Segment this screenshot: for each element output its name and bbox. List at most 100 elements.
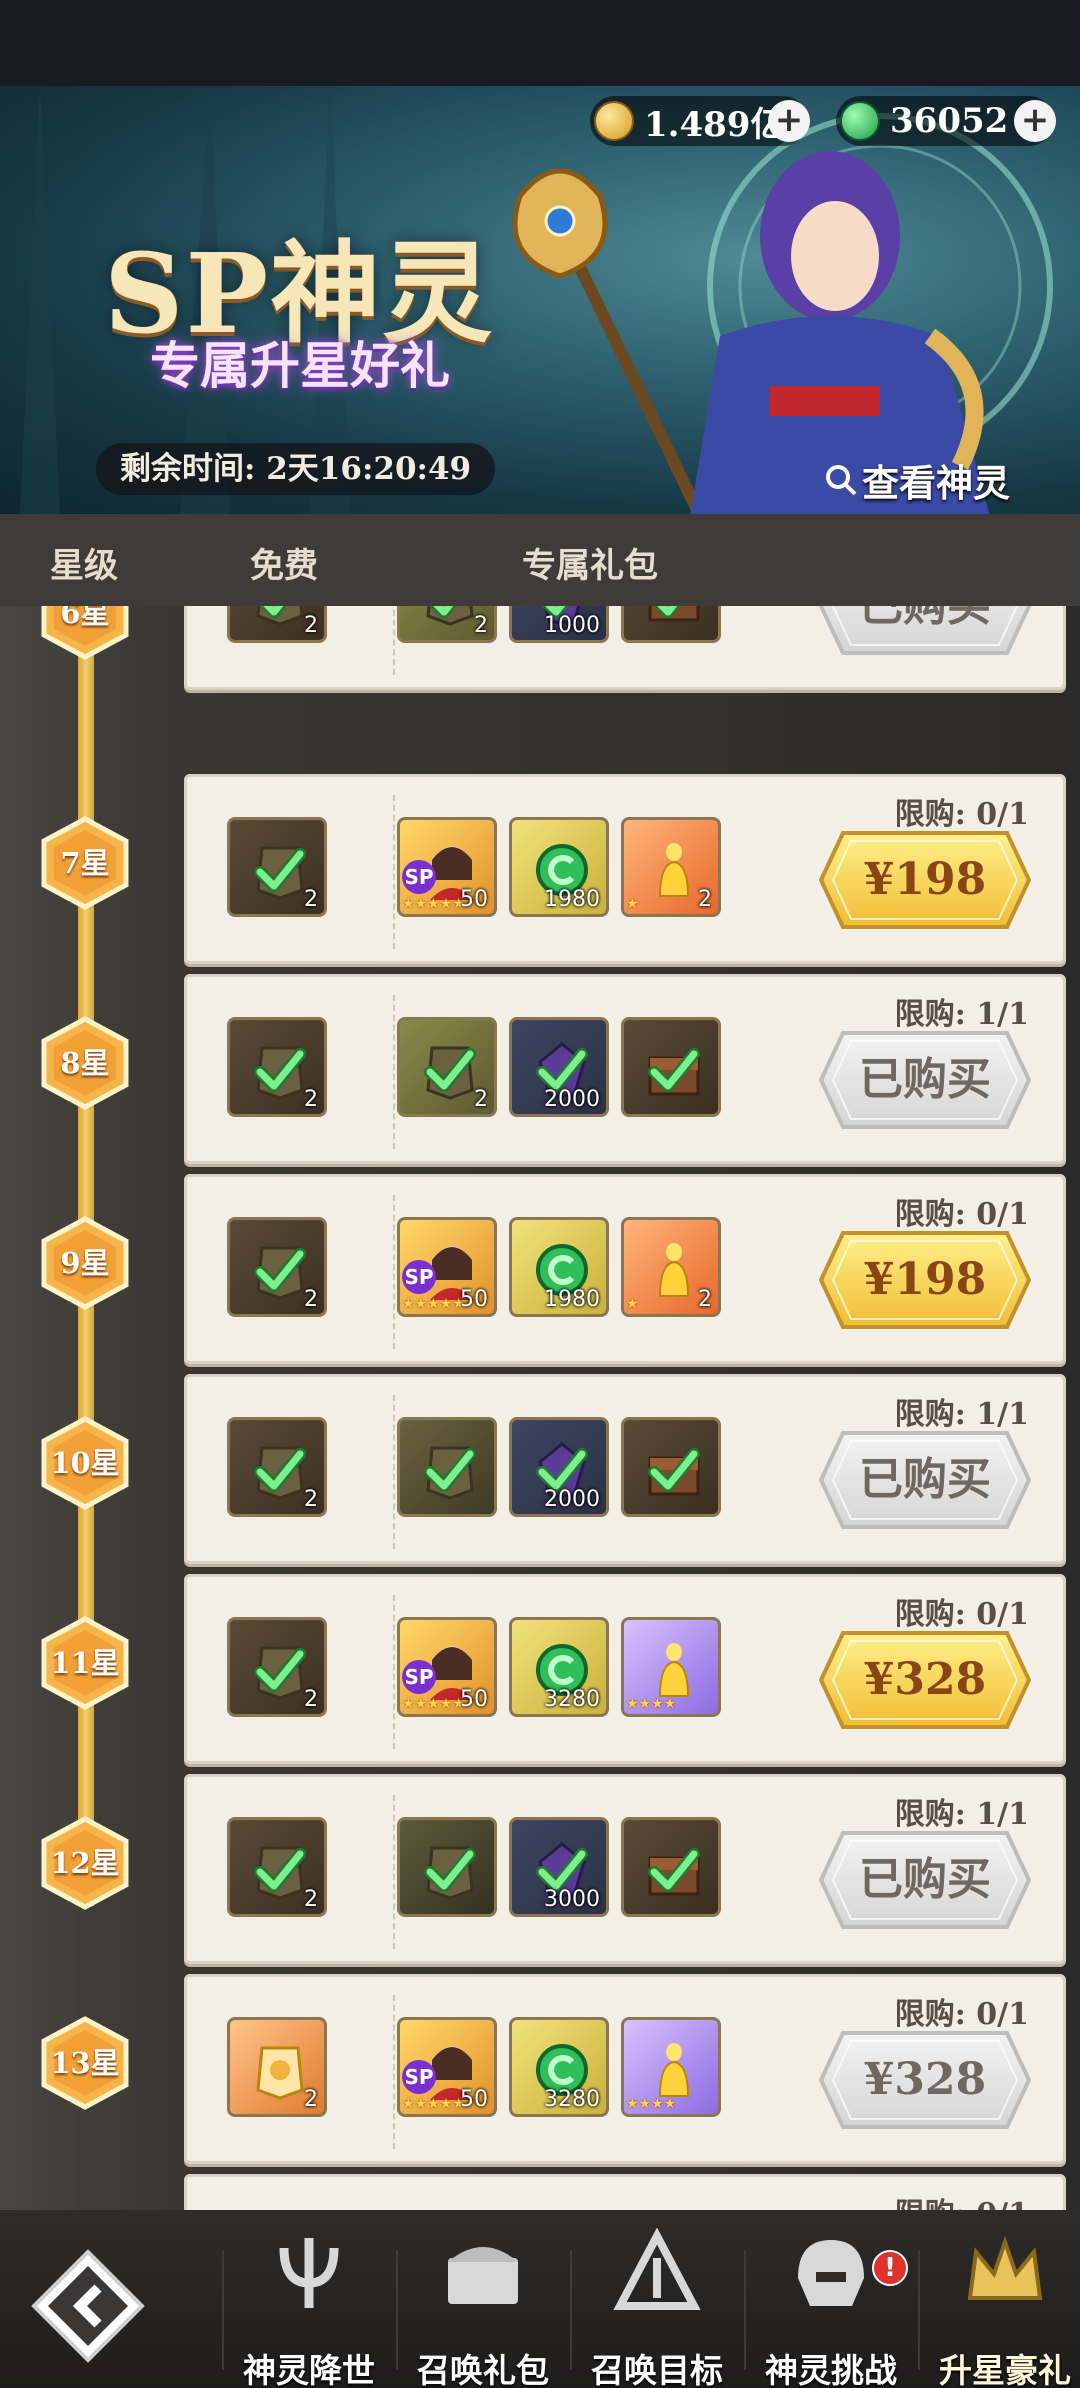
add-jade-button[interactable]: +	[1014, 100, 1056, 142]
pack-item-slot[interactable]: 3280	[509, 2017, 609, 2117]
item-count: 2	[304, 1287, 318, 1312]
nav-separator	[570, 2250, 572, 2370]
free-reward-slot[interactable]: 2	[227, 1017, 327, 1117]
pack-item-slot[interactable]	[621, 1417, 721, 1517]
pack-item-slot[interactable]: 2	[397, 606, 497, 643]
pack-item-slot[interactable]: 3280	[509, 1617, 609, 1717]
gold-currency: 1.489亿 +	[590, 96, 810, 146]
pack-item-slot[interactable]: 1980	[509, 1217, 609, 1317]
purchased-button[interactable]: 已购买	[817, 1429, 1033, 1531]
buy-button[interactable]: ¥328	[817, 2029, 1033, 2131]
pack-item-slot[interactable]: SP ★★★★★ 50	[397, 2017, 497, 2117]
nav-tab-5[interactable]: 升星豪礼	[918, 2226, 1080, 2388]
pack-item-slot[interactable]: SP ★★★★★ 50	[397, 1217, 497, 1317]
pack-item-slot[interactable]	[397, 1817, 497, 1917]
pack-item-slot[interactable]: 2000	[509, 1017, 609, 1117]
pack-item-slot[interactable]: 3000	[509, 1817, 609, 1917]
purchase-limit: 限购: 0/1	[894, 1997, 1029, 2032]
pack-item-slot[interactable]: SP ★★★★★ 50	[397, 817, 497, 917]
buy-button[interactable]: ¥328	[817, 1629, 1033, 1731]
free-reward-slot[interactable]: 2	[227, 817, 327, 917]
pack-item-slot[interactable]: 1000	[509, 606, 609, 643]
nav-label: 神灵挑战	[765, 2351, 897, 2388]
purchased-button[interactable]: 已购买	[817, 1029, 1033, 1131]
pack-item-slot[interactable]	[397, 1417, 497, 1517]
rarity-stars: ★★★★★	[402, 2096, 465, 2112]
chest-icon	[448, 2247, 518, 2304]
free-reward-slot[interactable]: 2	[227, 1817, 327, 1917]
add-gold-button[interactable]: +	[768, 100, 810, 142]
pack-item-slot[interactable]: 1980	[509, 817, 609, 917]
pack-item-slot[interactable]: ★★★★	[621, 1617, 721, 1717]
pack-item-slot[interactable]: 2	[397, 1017, 497, 1117]
pack-item-slot[interactable]	[621, 1817, 721, 1917]
pack-item-slot[interactable]: 2000	[509, 1417, 609, 1517]
pack-item-slot[interactable]: ★ 2	[621, 1217, 721, 1317]
buy-button[interactable]: ¥198	[817, 1229, 1033, 1331]
item-count: 1000	[544, 613, 600, 638]
nav-tab-1[interactable]: 神灵降世	[222, 2226, 396, 2388]
purchase-limit: 限购: 0/1	[894, 1597, 1029, 1632]
star-level-label: 10星	[50, 1446, 120, 1480]
claimed-check-icon	[254, 1248, 306, 1292]
helmet-icon	[798, 2240, 864, 2306]
button-label: ¥198	[863, 1254, 987, 1305]
reward-list[interactable]: 221000已购买6星2SP★★★★★501980★2限购: 0/1¥1987星…	[0, 606, 1080, 2210]
pack-item-slot[interactable]: ★ 2	[621, 817, 721, 917]
star-level-node: 10星	[38, 1416, 132, 1510]
free-reward-slot[interactable]: 2	[227, 1617, 327, 1717]
free-reward-slot[interactable]: 2	[227, 606, 327, 643]
item-count: 3000	[544, 1887, 600, 1912]
divider	[393, 1395, 395, 1549]
star-level-node: 11星	[38, 1616, 132, 1710]
pack-item-slot[interactable]	[621, 606, 721, 643]
gold-amount: 1.489亿	[644, 104, 785, 145]
button-label: 已购买	[859, 1854, 991, 1905]
free-reward-slot[interactable]: 2	[227, 1417, 327, 1517]
rarity-stars: ★★★★★	[402, 896, 465, 912]
claimed-check-icon	[648, 1448, 700, 1492]
nav-label: 召唤目标	[591, 2351, 723, 2388]
crown-icon	[967, 2235, 1043, 2300]
purchased-button[interactable]: 已购买	[817, 606, 1033, 657]
item-count: 2000	[544, 1487, 600, 1512]
item-count: 2	[304, 1087, 318, 1112]
star-level-label: 13星	[50, 2046, 120, 2080]
purchase-limit: 限购: 0/1	[894, 797, 1029, 832]
reward-row: 2 SP ★★★★★ 50 1980 ★ 2 限购: 0/1 ¥198	[184, 1174, 1066, 1364]
sp-badge: SP	[402, 2060, 436, 2094]
gold-statue-icon	[658, 2043, 690, 2097]
status-bar	[0, 0, 1080, 86]
claimed-check-icon	[648, 1848, 700, 1892]
claimed-check-icon	[254, 1848, 306, 1892]
free-reward-slot[interactable]: 2	[227, 2017, 327, 2117]
claimed-check-icon	[254, 1648, 306, 1692]
nav-tab-3[interactable]: 召唤目标	[570, 2226, 744, 2388]
claimed-check-icon	[254, 848, 306, 892]
pack-item-slot[interactable]	[621, 1017, 721, 1117]
nav-separator	[396, 2250, 398, 2370]
star-level-label: 9星	[60, 1246, 110, 1280]
free-reward-slot[interactable]: 2	[227, 1217, 327, 1317]
item-count: 2	[698, 887, 712, 912]
star-level-node: 13星	[38, 2016, 132, 2110]
header-star: 星级	[50, 546, 118, 586]
purchased-button[interactable]: 已购买	[817, 1829, 1033, 1931]
pack-item-slot[interactable]: SP ★★★★★ 50	[397, 1617, 497, 1717]
button-label: 已购买	[859, 1054, 991, 1105]
item-count: 2	[304, 613, 318, 638]
purchase-limit: 限购: 1/1	[894, 1797, 1029, 1832]
back-button[interactable]	[28, 2246, 148, 2366]
purchase-limit: 限购: 1/1	[894, 997, 1029, 1032]
pack-item-slot[interactable]: ★★★★	[621, 2017, 721, 2117]
star-level-label: 6星	[60, 606, 110, 630]
claimed-check-icon	[254, 1448, 306, 1492]
view-spirit-button[interactable]: 查看神灵	[824, 453, 1010, 507]
nav-tab-2[interactable]: 召唤礼包	[396, 2226, 570, 2388]
sp-badge: SP	[402, 860, 436, 894]
buy-button[interactable]: ¥198	[817, 829, 1033, 931]
gold-statue-icon	[658, 1243, 690, 1297]
rarity-stars: ★★★★	[626, 2096, 677, 2112]
item-count: 50	[460, 1687, 488, 1712]
trident-icon	[279, 2238, 339, 2308]
